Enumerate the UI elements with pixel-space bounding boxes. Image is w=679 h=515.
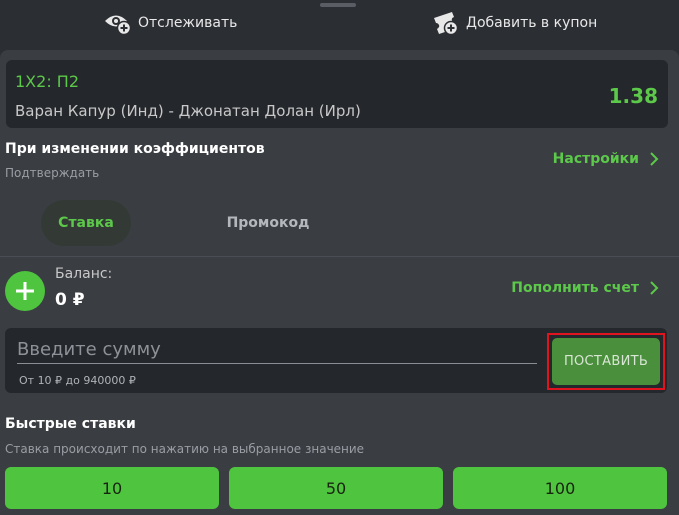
balance-value: 0 ₽ [55,290,85,310]
bet-odds: 1.38 [608,84,658,108]
settings-label: Настройки [552,151,639,167]
tab-stake[interactable]: Ставка [41,200,131,246]
top-action-bar: Отслеживать Добавить в купон [0,0,679,50]
divider [0,256,679,257]
track-button[interactable]: Отслеживать [104,10,237,36]
selected-bet-card: 1X2: П2 Варан Капур (Инд) - Джонатан Дол… [6,60,668,128]
stake-amount-input[interactable] [17,336,537,364]
bet-slip-sheet: 1X2: П2 Варан Капур (Инд) - Джонатан Дол… [0,50,679,515]
bet-event: Варан Капур (Инд) - Джонатан Долан (Ирл) [15,102,361,120]
settings-link[interactable]: Настройки [553,151,659,167]
add-funds-button[interactable] [5,271,45,311]
quick-bet-button[interactable]: 100 [453,467,667,509]
add-to-coupon-label: Добавить в купон [466,15,598,31]
drag-handle[interactable] [320,3,356,7]
top-up-link[interactable]: Пополнить счет [511,280,659,296]
eye-plus-icon [105,15,132,36]
chevron-right-icon [650,281,659,295]
add-to-coupon-button[interactable]: Добавить в купон [432,10,597,36]
ticket-plus-icon [434,12,459,36]
quick-bets-subtitle: Ставка происходит по нажатию на выбранно… [5,442,365,456]
chevron-right-icon [650,152,659,166]
quick-bet-button[interactable]: 10 [5,467,219,509]
place-bet-button[interactable]: ПОСТАВИТЬ [552,338,660,385]
place-bet-highlight: ПОСТАВИТЬ [547,333,665,390]
tab-promo-code[interactable]: Промокод [220,200,316,246]
balance-label: Баланс: [55,266,113,282]
quick-bets-title: Быстрые ставки [5,416,136,432]
bet-market: 1X2: П2 [15,72,80,91]
stake-limits-hint: От 10 ₽ до 940000 ₽ [19,374,136,387]
odds-change-mode: Подтверждать [5,166,100,180]
track-label: Отслеживать [138,15,238,31]
quick-bet-button[interactable]: 50 [229,467,443,509]
odds-change-title: При изменении коэффициентов [5,141,265,157]
plus-icon [16,282,34,300]
top-up-label: Пополнить счет [511,280,639,296]
stake-amount-panel: От 10 ₽ до 940000 ₽ ПОСТАВИТЬ [5,328,667,393]
